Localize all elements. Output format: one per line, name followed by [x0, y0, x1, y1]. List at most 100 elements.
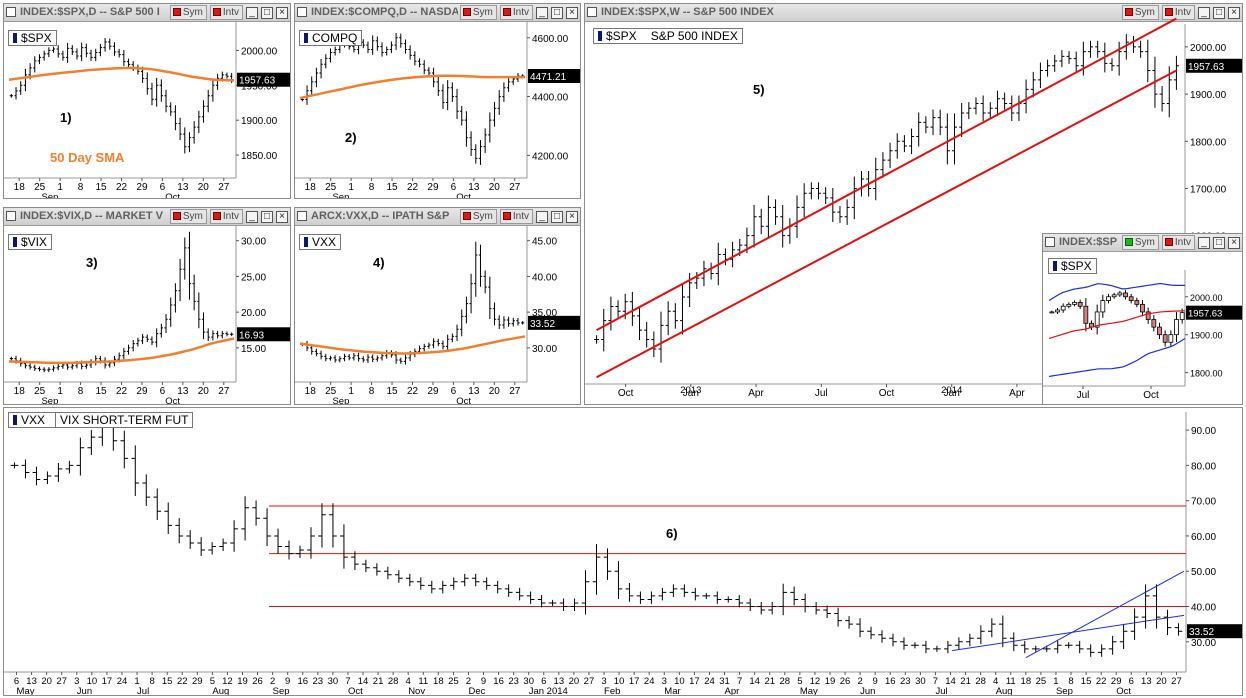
- y-tick-label: 70.00: [1191, 497, 1216, 508]
- x-tick-label: 18: [1021, 676, 1032, 687]
- symbol-label: VXX: [299, 234, 342, 250]
- x-tick-label: 27: [218, 386, 230, 397]
- x-tick-label: 15: [95, 386, 107, 397]
- price-bar: [175, 518, 184, 544]
- price-bar: [140, 333, 145, 344]
- price-bar: [347, 354, 351, 361]
- x-month-label: Oct: [1116, 686, 1131, 696]
- symbol-marker-icon: [13, 237, 17, 247]
- price-bar: [380, 353, 384, 361]
- x-tick-label: Jul: [815, 388, 828, 399]
- price-bar: [225, 331, 229, 337]
- x-tick-label: Oct: [618, 388, 634, 399]
- price-bar: [867, 626, 875, 640]
- price-bar: [808, 182, 814, 200]
- price-bar: [887, 142, 893, 169]
- x-tick-label: Oct: [879, 388, 895, 399]
- price-bar: [478, 140, 483, 165]
- x-month-label: Sep: [332, 396, 349, 405]
- price-bar: [356, 352, 361, 362]
- price-bar: [679, 283, 685, 335]
- candle-body: [1128, 296, 1134, 301]
- x-month-label: Sep: [1056, 686, 1073, 696]
- vxx-long-chart[interactable]: 90.0080.0070.0060.0050.0040.0030.006 13 20…: [4, 408, 1243, 696]
- candle-body: [1168, 334, 1174, 343]
- price-bar: [32, 466, 41, 486]
- x-month-label: Sep: [273, 686, 290, 696]
- price-bar: [352, 353, 356, 361]
- price-bar: [305, 341, 309, 352]
- x-month-label: Sep: [41, 192, 58, 199]
- x-tick-label: 15: [1081, 676, 1092, 687]
- spx-bollinger-window: INDEX:$SP Sym Intv _ □ × 2000.00 1900.00 1…: [1042, 233, 1243, 405]
- price-bar: [637, 306, 643, 340]
- price-bar: [581, 570, 590, 615]
- candle-body: [1134, 300, 1140, 305]
- price-bar: [225, 72, 229, 79]
- price-bar: [366, 354, 370, 363]
- trend-line: [1025, 570, 1185, 659]
- x-tick-label: 19: [237, 676, 248, 687]
- price-bar: [901, 135, 907, 153]
- price-bar: [594, 335, 600, 344]
- price-bar: [416, 577, 425, 590]
- x-year-label: 2013: [680, 385, 701, 396]
- price-bar: [845, 616, 853, 629]
- price-bar: [56, 45, 60, 58]
- price-bar: [1173, 55, 1179, 90]
- x-tick-label: 27: [584, 676, 595, 687]
- price-bar: [380, 42, 384, 57]
- candle-body: [1140, 303, 1145, 313]
- y-tick-label: 25.00: [241, 272, 266, 283]
- price-bar: [537, 594, 546, 608]
- price-bar: [994, 90, 1000, 117]
- price-bar: [758, 208, 764, 235]
- price-bar: [215, 330, 220, 339]
- price-bar: [488, 112, 492, 143]
- x-tick-label: 24: [117, 676, 128, 687]
- price-bar: [89, 359, 93, 368]
- price-bar: [47, 47, 51, 58]
- price-bar: [730, 241, 736, 268]
- price-bar: [98, 43, 103, 57]
- x-tick-label: 29: [192, 676, 203, 687]
- y-tick-label: 4600.00: [532, 34, 569, 45]
- price-bar: [197, 537, 206, 556]
- x-tick-label: 24: [644, 676, 655, 687]
- x-tick-label: 28: [975, 676, 986, 687]
- price-bar: [220, 330, 224, 339]
- price-bar: [474, 144, 478, 164]
- y-tick-label: 40.00: [1191, 603, 1216, 614]
- price-bar: [150, 336, 154, 346]
- symbol-label: $SPX: [8, 30, 57, 46]
- y-tick-label: 2000.00: [241, 46, 278, 57]
- price-bar: [446, 334, 450, 352]
- price-bar: [801, 593, 809, 613]
- y-tick-label: 45.00: [532, 237, 557, 248]
- x-month-label: Sep: [41, 396, 58, 405]
- price-bar: [42, 50, 46, 61]
- price-bar: [504, 584, 513, 597]
- candle-body: [1179, 312, 1185, 320]
- x-tick-label: 16: [885, 676, 896, 687]
- x-tick-label: 23: [900, 676, 911, 687]
- x-month-label: Oct: [165, 396, 180, 405]
- price-bar: [122, 347, 126, 360]
- price-bar: [215, 73, 220, 90]
- price-bar: [431, 338, 436, 349]
- price-bar: [625, 582, 634, 602]
- price-bar: [937, 109, 943, 136]
- price-bar: [197, 292, 201, 329]
- x-tick-label: 26: [840, 676, 851, 687]
- price-bar: [497, 90, 501, 115]
- y-tick-label: 2000.00: [1190, 43, 1227, 54]
- x-month-label: Jul: [137, 686, 149, 696]
- price-bar: [427, 580, 436, 594]
- price-tag-label: 4471.21: [530, 72, 567, 83]
- price-bar: [526, 591, 535, 604]
- x-tick-label: 8: [369, 182, 375, 193]
- price-bar: [1059, 50, 1065, 68]
- symbol-description: VIX SHORT-TERM FUT: [55, 413, 189, 427]
- price-tag-label: 1957.63: [1188, 62, 1225, 73]
- price-bar: [780, 205, 786, 248]
